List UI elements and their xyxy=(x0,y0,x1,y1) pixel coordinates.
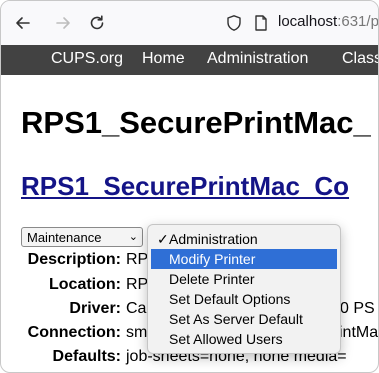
defaults-row: Defaults: xyxy=(1,348,121,368)
browser-toolbar: localhost:631/p xyxy=(1,1,378,45)
printer-link[interactable]: RPS1_SecurePrintMac_Co xyxy=(21,171,349,202)
select-value: Maintenance xyxy=(27,230,102,245)
nav-home[interactable]: Home xyxy=(142,50,185,68)
forward-icon xyxy=(52,12,74,34)
connection-value-right: intMa xyxy=(339,324,379,341)
nav-administration[interactable]: Administration xyxy=(207,50,308,68)
cups-navbar: CUPS.org Home Administration Class xyxy=(1,45,378,75)
address-bar[interactable]: localhost:631/p xyxy=(278,13,379,30)
menu-item-set-as-server-default[interactable]: Set As Server Default xyxy=(151,309,337,329)
location-row: Location: xyxy=(1,276,121,296)
description-row: Description: xyxy=(1,251,121,271)
driver-value-right: 0 PS ( xyxy=(340,300,378,317)
reload-icon[interactable] xyxy=(86,12,108,34)
driver-label: Driver: xyxy=(69,300,121,317)
menu-item-label: Set Allowed Users xyxy=(169,331,283,347)
driver-row: Driver: xyxy=(1,300,121,320)
maintenance-select[interactable]: Maintenance ⌄ xyxy=(21,227,143,247)
connection-value-left: sm xyxy=(126,324,148,341)
menu-item-label: Set Default Options xyxy=(169,291,291,307)
connection-label: Connection: xyxy=(27,324,121,341)
menu-item-label: Delete Printer xyxy=(169,271,255,287)
menu-item-label: Set As Server Default xyxy=(169,311,303,327)
shield-icon[interactable] xyxy=(224,13,244,33)
location-label: Location: xyxy=(49,276,121,293)
menu-item-delete-printer[interactable]: Delete Printer xyxy=(151,269,337,289)
menu-item-administration[interactable]: ✓ Administration xyxy=(151,229,337,249)
driver-value-left: Ca xyxy=(126,300,147,317)
defaults-label: Defaults: xyxy=(52,348,121,365)
menu-item-set-default-options[interactable]: Set Default Options xyxy=(151,289,337,309)
nav-cups-org[interactable]: CUPS.org xyxy=(51,50,123,68)
url-host: localhost xyxy=(278,13,338,30)
back-icon[interactable] xyxy=(12,12,34,34)
menu-item-label: Modify Printer xyxy=(169,251,256,267)
menu-item-label: Administration xyxy=(169,231,258,247)
browser-window: localhost:631/p CUPS.org Home Administra… xyxy=(0,0,379,373)
page-title: RPS1_SecurePrintMac_ xyxy=(21,105,371,140)
menu-item-set-allowed-users[interactable]: Set Allowed Users xyxy=(151,329,337,349)
checkmark-icon: ✓ xyxy=(157,231,169,247)
menu-item-modify-printer[interactable]: Modify Printer xyxy=(151,249,337,269)
description-label: Description: xyxy=(27,251,121,268)
chevron-down-icon: ⌄ xyxy=(128,231,138,243)
page-icon[interactable] xyxy=(251,13,271,33)
connection-row: Connection: xyxy=(1,324,121,344)
url-port: :631/p xyxy=(337,13,379,30)
action-dropdown-menu: ✓ Administration Modify Printer Delete P… xyxy=(147,224,341,354)
nav-classes[interactable]: Class xyxy=(342,50,378,68)
